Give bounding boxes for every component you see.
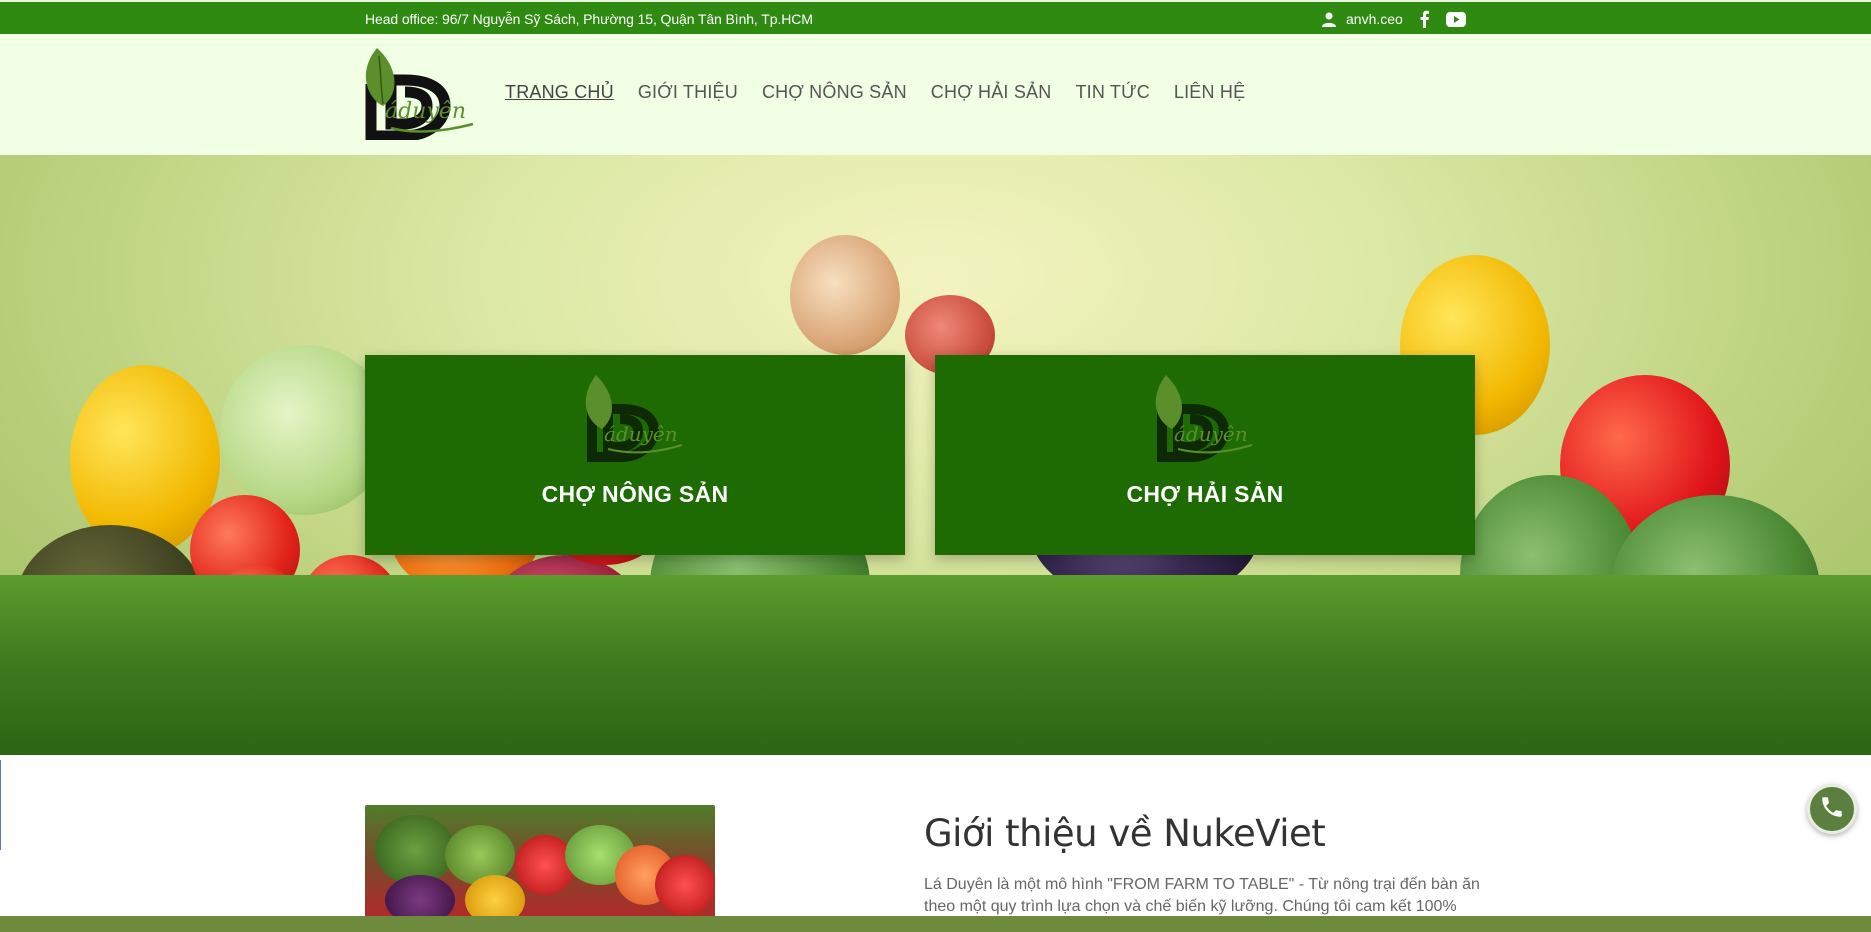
svg-text:áduyên: áduyên [604, 422, 678, 446]
intro-image [365, 805, 715, 917]
nav-trang-chu[interactable]: TRANG CHỦ [505, 82, 614, 103]
nav-cho-hai-san[interactable]: CHỢ HẢI SẢN [931, 82, 1052, 103]
card-logo: áduyên [578, 373, 690, 463]
card-title: CHỢ HẢI SẢN [1126, 481, 1284, 507]
leafy-greens [0, 575, 1871, 755]
card-logo: áduyên [1148, 373, 1260, 463]
nav-cho-nong-san[interactable]: CHỢ NÔNG SẢN [762, 82, 907, 103]
nav-lien-he[interactable]: LIÊN HỆ [1174, 82, 1245, 103]
hero-banner: áduyên CHỢ NÔNG SẢN áduyên CHỢ HẢI SẢN [0, 155, 1871, 755]
card-title: CHỢ NÔNG SẢN [541, 481, 729, 507]
top-bar: Head office: 96/7 Nguyễn Sỹ Sách, Phường… [0, 0, 1871, 34]
left-edge-line [0, 760, 1, 850]
site-header: áduyên TRANG CHỦ GIỚI THIỆU CHỢ NÔNG SẢN… [0, 34, 1871, 155]
nav-tin-tuc[interactable]: TIN TỨC [1075, 82, 1149, 103]
call-button[interactable] [1807, 784, 1857, 834]
nav-gioi-thieu[interactable]: GIỚI THIỆU [638, 82, 738, 103]
phone-icon [1819, 794, 1845, 825]
card-cho-nong-san[interactable]: áduyên CHỢ NÔNG SẢN [365, 355, 905, 555]
card-cho-hai-san[interactable]: áduyên CHỢ HẢI SẢN [935, 355, 1475, 555]
user-account-link[interactable]: anvh.ceo [1318, 9, 1403, 29]
intro-veg-7 [385, 875, 455, 917]
top-bar-actions: anvh.ceo [1318, 9, 1467, 29]
svg-text:áduyên: áduyên [385, 99, 466, 124]
intro-veg-3 [515, 835, 575, 895]
intro-veg-8 [465, 875, 525, 917]
youtube-icon[interactable] [1445, 9, 1467, 29]
facebook-icon[interactable] [1413, 9, 1435, 29]
svg-text:áduyên: áduyên [1174, 422, 1248, 446]
head-office-address: Head office: 96/7 Nguyễn Sỹ Sách, Phường… [365, 11, 813, 27]
intro-text: Lá Duyên là một mô hình "FROM FARM TO TA… [924, 876, 1480, 915]
intro-title: Giới thiệu về NukeViet [924, 812, 1326, 855]
intro-veg-6 [655, 855, 715, 915]
site-logo[interactable]: áduyên [363, 44, 475, 142]
main-nav: TRANG CHỦ GIỚI THIỆU CHỢ NÔNG SẢN CHỢ HẢ… [505, 82, 1245, 103]
username: anvh.ceo [1346, 11, 1403, 27]
bottom-bar [0, 916, 1871, 932]
user-icon [1318, 9, 1340, 29]
onion-top [790, 235, 900, 355]
